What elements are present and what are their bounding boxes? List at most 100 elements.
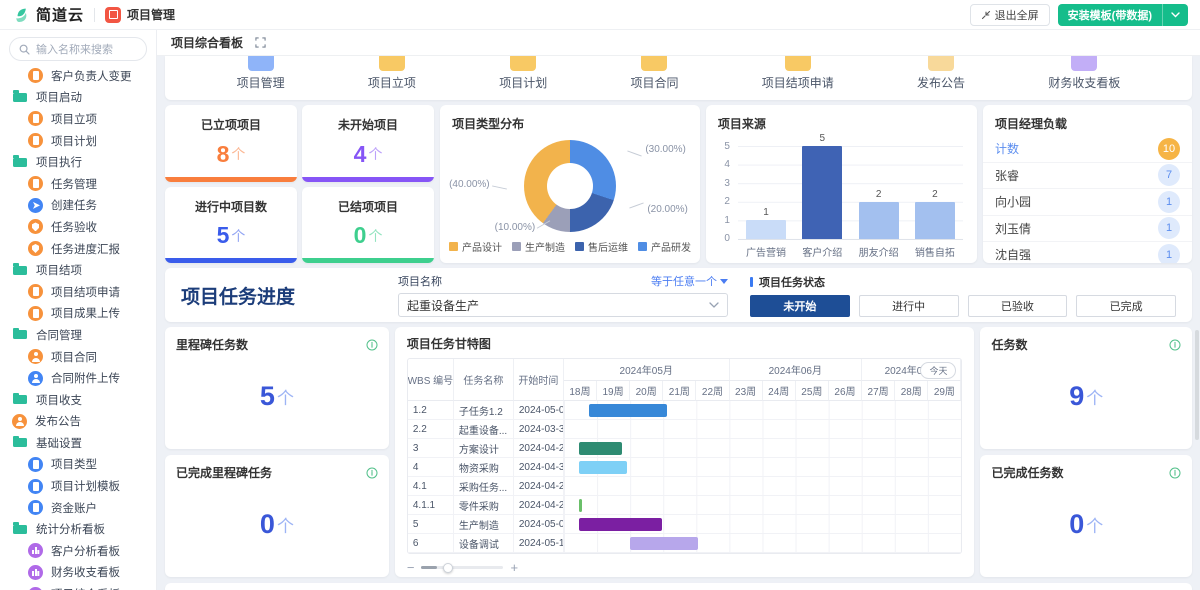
sidebar-item[interactable]: 项目执行: [0, 151, 156, 173]
quick-link[interactable]: 项目立项: [368, 56, 416, 91]
gantt-task-cell[interactable]: 起重设备...: [454, 420, 514, 439]
info-icon[interactable]: [366, 339, 378, 351]
sidebar-item[interactable]: 任务管理: [0, 173, 156, 195]
gantt-timeline-cell: [564, 515, 962, 534]
zoom-knob[interactable]: [443, 563, 453, 573]
manager-row[interactable]: 向小园1: [983, 189, 1192, 216]
sidebar-item[interactable]: 项目成果上传: [0, 303, 156, 325]
sidebar-item[interactable]: 项目结项: [0, 259, 156, 281]
bar[interactable]: 5: [802, 146, 842, 239]
quick-link[interactable]: 项目合同: [630, 56, 678, 91]
quick-link[interactable]: 发布公告: [917, 56, 965, 91]
gantt-task-cell[interactable]: 生产制造: [454, 515, 514, 534]
gantt-bar[interactable]: [579, 461, 627, 474]
legend-item[interactable]: 售后运维: [575, 239, 628, 254]
sidebar-item[interactable]: 项目启动: [0, 87, 156, 109]
manager-row[interactable]: 刘玉倩1: [983, 216, 1192, 243]
stats-row: 已立项项目8个未开始项目4个进行中项目数5个已结项项目0个 项目类型分布 (40…: [165, 105, 1192, 263]
sidebar-item[interactable]: 合同附件上传: [0, 367, 156, 389]
manager-row[interactable]: 沈自强1: [983, 242, 1192, 263]
bar[interactable]: 2: [915, 202, 955, 239]
gantt-bar[interactable]: [579, 442, 622, 455]
sidebar-item[interactable]: 项目类型: [0, 454, 156, 476]
gantt-timeline-cell: [564, 534, 962, 553]
info-icon[interactable]: [1169, 467, 1181, 479]
status-button[interactable]: 未开始: [750, 295, 850, 317]
milestone-done-card: 已完成里程碑任务 0个: [165, 455, 389, 577]
info-icon[interactable]: [1169, 339, 1181, 351]
sidebar-item[interactable]: 客户分析看板: [0, 540, 156, 562]
gantt-task-cell[interactable]: 零件采购: [454, 496, 514, 515]
sidebar-item[interactable]: 合同管理: [0, 324, 156, 346]
sidebar-item[interactable]: 项目综合看板: [0, 583, 156, 590]
gantt-bar[interactable]: [589, 404, 667, 417]
match-mode-dropdown[interactable]: 等于任意一个: [651, 273, 728, 289]
gantt-timeline-cell: [564, 420, 962, 439]
bar[interactable]: 1: [746, 220, 786, 239]
quick-link[interactable]: 项目管理: [237, 56, 285, 91]
today-button[interactable]: 今天: [920, 362, 956, 379]
sidebar-item[interactable]: 财务收支看板: [0, 562, 156, 584]
zoom-in-button[interactable]: +: [510, 560, 518, 575]
sidebar-item[interactable]: 项目计划: [0, 130, 156, 152]
stat-card[interactable]: 已结项项目0个: [302, 187, 434, 264]
install-template-button[interactable]: 安装模板(带数据): [1058, 4, 1188, 26]
status-button[interactable]: 已验收: [968, 295, 1068, 317]
donut-chart[interactable]: [524, 140, 616, 232]
search-input[interactable]: 输入名称来搜索: [9, 37, 147, 61]
exit-fullscreen-button[interactable]: 退出全屏: [970, 4, 1050, 26]
stat-card[interactable]: 进行中项目数5个: [165, 187, 297, 264]
gantt-task-cell[interactable]: 子任务1.2: [454, 401, 514, 420]
app-name[interactable]: 项目管理: [127, 6, 175, 23]
zoom-out-button[interactable]: −: [407, 560, 415, 575]
donut-label-40: (40.00%): [449, 179, 490, 190]
status-button[interactable]: 进行中: [859, 295, 959, 317]
manager-row[interactable]: 张睿7: [983, 163, 1192, 190]
quick-link[interactable]: 项目计划: [499, 56, 547, 91]
stat-card[interactable]: 已立项项目8个: [165, 105, 297, 182]
zoom-track[interactable]: [421, 566, 503, 569]
manager-row[interactable]: 计数10: [983, 136, 1192, 163]
sidebar-item[interactable]: 任务验收: [0, 216, 156, 238]
gantt-wbs-cell: 5: [408, 515, 454, 534]
sidebar-item[interactable]: 项目合同: [0, 346, 156, 368]
info-icon[interactable]: [366, 467, 378, 479]
bar[interactable]: 2: [859, 202, 899, 239]
gantt-task-cell[interactable]: 采购任务...: [454, 477, 514, 496]
gantt-bar[interactable]: [630, 537, 698, 550]
legend-item[interactable]: 产品研发: [638, 239, 691, 254]
sidebar-item[interactable]: 统计分析看板: [0, 518, 156, 540]
sidebar-item[interactable]: 资金账户: [0, 497, 156, 519]
sidebar-item[interactable]: 客户负责人变更: [0, 65, 156, 87]
chevron-down-icon[interactable]: [1163, 12, 1188, 18]
scrollbar[interactable]: [1195, 330, 1199, 440]
gantt-task-cell[interactable]: 设备调试: [454, 534, 514, 553]
sidebar-item[interactable]: 项目收支: [0, 389, 156, 411]
sidebar-item[interactable]: 发布公告: [0, 411, 156, 433]
quick-link[interactable]: 项目结项申请: [762, 56, 834, 91]
tab-dashboard[interactable]: 项目综合看板: [171, 34, 243, 51]
legend-item[interactable]: 生产制造: [512, 239, 565, 254]
card-title: 已完成里程碑任务: [176, 464, 272, 481]
status-button[interactable]: 已完成: [1076, 295, 1176, 317]
gantt-bar[interactable]: [579, 518, 662, 531]
sidebar-item-label: 项目收支: [36, 392, 82, 408]
sidebar-item[interactable]: 创建任务: [0, 195, 156, 217]
quick-link[interactable]: 财务收支看板: [1048, 56, 1120, 91]
gantt-bar[interactable]: [579, 499, 582, 512]
sidebar-item[interactable]: 项目立项: [0, 108, 156, 130]
status-buttons: 未开始进行中已验收已完成: [750, 295, 1176, 317]
legend-item[interactable]: 产品设计: [449, 239, 502, 254]
stat-card[interactable]: 未开始项目4个: [302, 105, 434, 182]
sidebar-item[interactable]: 项目结项申请: [0, 281, 156, 303]
expand-icon[interactable]: [255, 37, 266, 48]
y-tick: 5: [716, 141, 730, 152]
project-name-select[interactable]: 起重设备生产: [398, 293, 728, 317]
sidebar-item[interactable]: 任务进度汇报: [0, 238, 156, 260]
gantt-task-cell[interactable]: 方案设计: [454, 439, 514, 458]
stat-value: 8个: [217, 133, 246, 176]
chart-icon: [28, 587, 43, 590]
gantt-task-cell[interactable]: 物资采购: [454, 458, 514, 477]
sidebar-item[interactable]: 项目计划模板: [0, 475, 156, 497]
sidebar-item[interactable]: 基础设置: [0, 432, 156, 454]
